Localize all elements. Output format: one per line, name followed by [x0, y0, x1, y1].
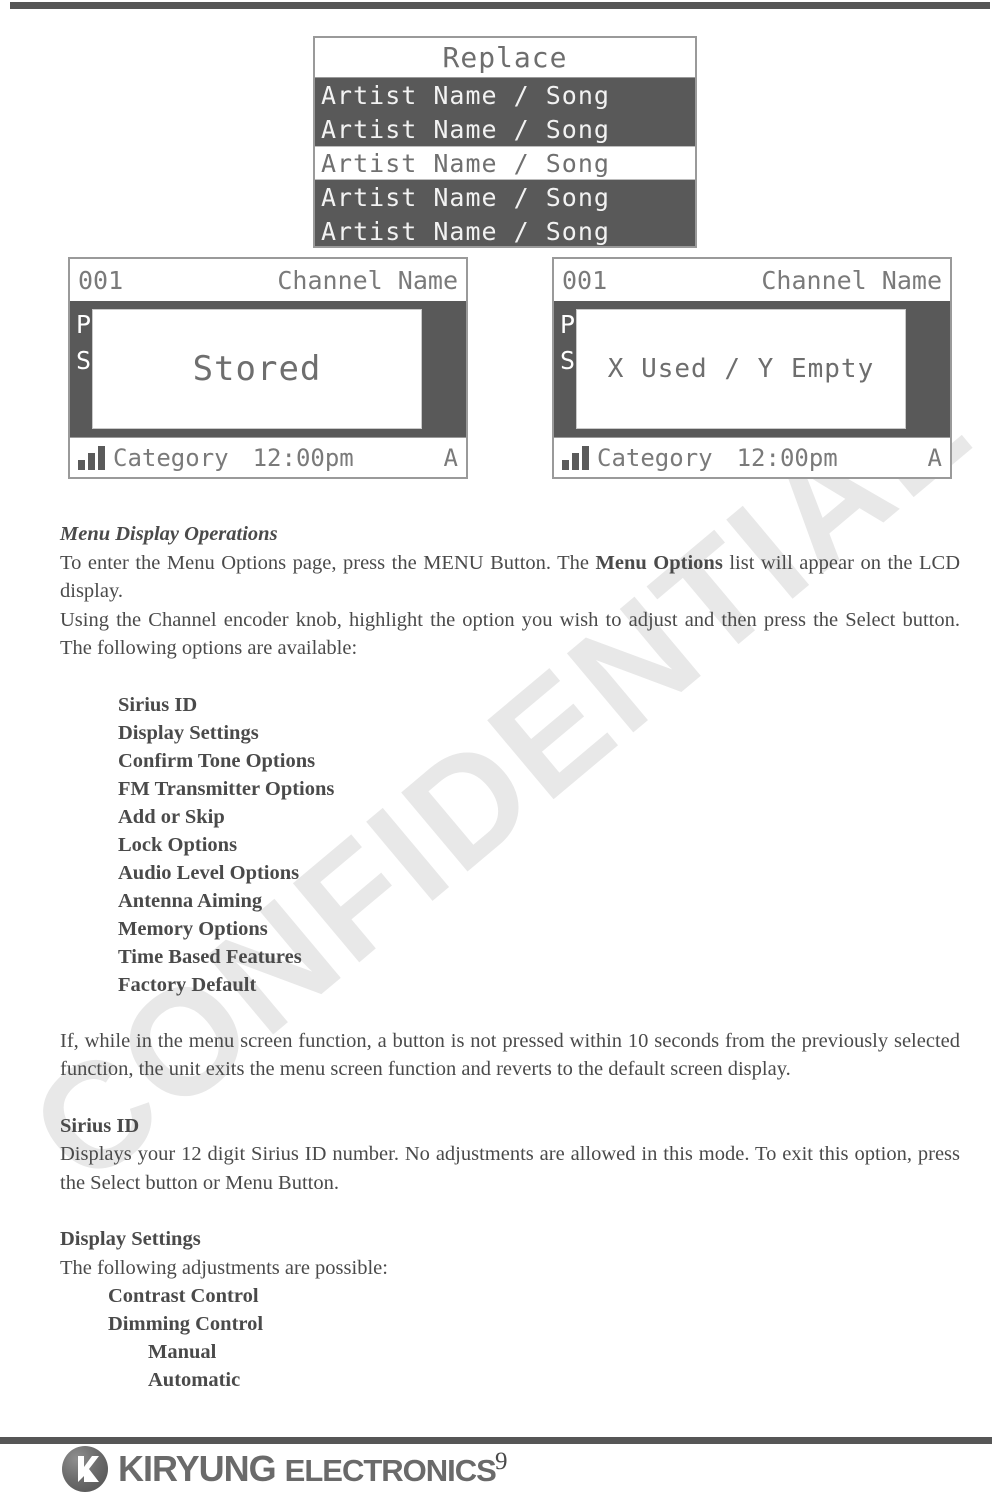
- lcd-status-bar: Category 12:00pm A: [554, 437, 950, 477]
- menu-option-item[interactable]: Antenna Aiming: [118, 887, 960, 915]
- display-setting-item[interactable]: Dimming Control: [108, 1310, 960, 1338]
- channel-name: Channel Name: [761, 265, 942, 295]
- replace-title: Replace: [315, 38, 695, 78]
- paragraph-display-settings: The following adjustments are possible:: [60, 1256, 388, 1279]
- brand-name-primary: KIRYUNG: [118, 1448, 277, 1489]
- lcd-category: Category: [113, 443, 229, 472]
- paragraph-enter-menu-part1: To enter the Menu Options page, press th…: [60, 551, 596, 574]
- body-content: Menu Display Operations To enter the Men…: [60, 520, 960, 1394]
- paragraph-encoder-knob: Using the Channel encoder knob, highligh…: [60, 608, 960, 660]
- header-rule: [10, 2, 990, 9]
- menu-options-list: Sirius ID Display Settings Confirm Tone …: [60, 691, 960, 999]
- channel-number: 001: [562, 265, 608, 295]
- menu-option-item[interactable]: Confirm Tone Options: [118, 747, 960, 775]
- replace-screen: Replace Artist Name / Song Artist Name /…: [313, 36, 697, 248]
- footer-rule: [0, 1437, 992, 1444]
- signal-strength-icon: [78, 445, 105, 470]
- brand-logo: KIRYUNG ELECTRONICS: [62, 1446, 497, 1492]
- lcd-band: A: [443, 443, 458, 472]
- display-setting-sub-item[interactable]: Manual: [148, 1338, 960, 1366]
- lcd-background-text: PS: [560, 307, 577, 379]
- brand-name-secondary: ELECTRONICS: [284, 1453, 497, 1488]
- lcd-body: PS X Used / Y Empty: [554, 301, 950, 437]
- channel-name: Channel Name: [277, 265, 458, 295]
- display-setting-item[interactable]: Contrast Control: [108, 1282, 960, 1310]
- menu-option-item[interactable]: FM Transmitter Options: [118, 775, 960, 803]
- section-heading-sirius-id: Sirius ID: [60, 1114, 140, 1137]
- menu-option-item[interactable]: Lock Options: [118, 831, 960, 859]
- lcd-screen-memory-status: 001 Channel Name PS X Used / Y Empty Cat…: [552, 257, 952, 479]
- paragraph-sirius-id: Displays your 12 digit Sirius ID number.…: [60, 1143, 960, 1194]
- lcd-time: 12:00pm: [252, 443, 354, 472]
- lcd-top-bar: 001 Channel Name: [554, 259, 950, 301]
- inline-bold-menu-options: Menu Options: [595, 551, 723, 574]
- lcd-popup-memory-status: X Used / Y Empty: [576, 309, 906, 429]
- channel-number: 001: [78, 265, 124, 295]
- kiryung-logo-icon: [62, 1446, 108, 1492]
- page-number: 9: [495, 1448, 508, 1475]
- page-footer: KIRYUNG ELECTRONICS 9: [0, 1444, 1000, 1494]
- section-heading-menu-display-operations: Menu Display Operations: [60, 523, 278, 545]
- lcd-band: A: [927, 443, 942, 472]
- menu-option-item[interactable]: Memory Options: [118, 915, 960, 943]
- lcd-screen-stored: 001 Channel Name PS Stored Category 12:0…: [68, 257, 468, 479]
- menu-option-item[interactable]: Sirius ID: [118, 691, 960, 719]
- paragraph-menu-timeout: If, while in the menu screen function, a…: [60, 1029, 960, 1081]
- lcd-background-text: PS: [76, 307, 93, 379]
- document-page: CONFIDENTIAL Replace Artist Name / Song …: [0, 0, 1000, 1494]
- menu-option-item[interactable]: Time Based Features: [118, 943, 960, 971]
- lcd-popup-stored: Stored: [92, 309, 422, 429]
- replace-list-item[interactable]: Artist Name / Song: [315, 112, 695, 146]
- brand-name: KIRYUNG ELECTRONICS: [118, 1448, 497, 1490]
- replace-list-item[interactable]: Artist Name / Song: [315, 180, 695, 214]
- lcd-body: PS Stored: [70, 301, 466, 437]
- lcd-top-bar: 001 Channel Name: [70, 259, 466, 301]
- menu-option-item[interactable]: Add or Skip: [118, 803, 960, 831]
- lcd-status-bar: Category 12:00pm A: [70, 437, 466, 477]
- menu-option-item[interactable]: Display Settings: [118, 719, 960, 747]
- lcd-category: Category: [597, 443, 713, 472]
- display-setting-sub-item[interactable]: Automatic: [148, 1366, 960, 1394]
- replace-list-item-selected[interactable]: Artist Name / Song: [315, 146, 695, 180]
- lcd-time: 12:00pm: [736, 443, 838, 472]
- replace-list-item[interactable]: Artist Name / Song: [315, 78, 695, 112]
- menu-option-item[interactable]: Factory Default: [118, 971, 960, 999]
- signal-strength-icon: [562, 445, 589, 470]
- replace-list-item[interactable]: Artist Name / Song: [315, 214, 695, 248]
- menu-option-item[interactable]: Audio Level Options: [118, 859, 960, 887]
- paragraph-enter-menu: To enter the Menu Options page, press th…: [60, 549, 960, 606]
- section-heading-display-settings: Display Settings: [60, 1228, 201, 1250]
